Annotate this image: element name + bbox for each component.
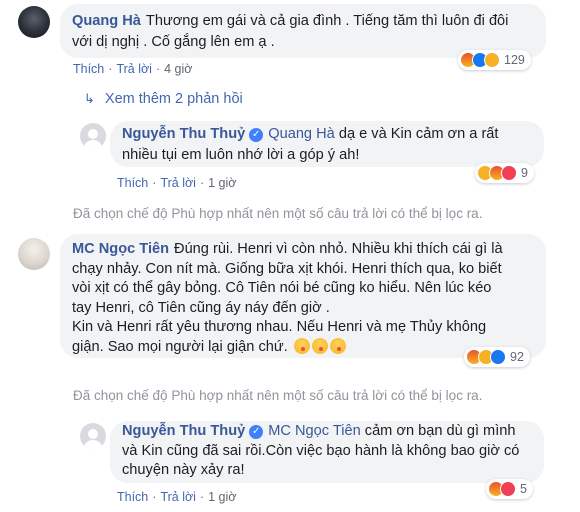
filter-notice: Đã chọn chế độ Phù hợp nhất nên một số c… (73, 206, 483, 221)
reply-time[interactable]: 1 giờ (208, 490, 236, 504)
reply-text: và Kin cũng đã sai rồi.Còn việc bạo hành… (122, 442, 520, 459)
reply-text: nhiều tụi em luôn nhớ lời a góp ý ah! (122, 147, 360, 163)
reaction-summary[interactable]: 9 (475, 163, 534, 183)
reply-actions: Thích · Trả lời · 1 giờ (117, 176, 237, 190)
comment-bubble: MC Ngọc Tiên Đúng rùi. Henri vì còn nhỏ. … (60, 234, 546, 358)
avatar-nguyen-thu-thuy[interactable] (80, 423, 106, 449)
reply-text: cảm ơn bạn dù gì mình (364, 423, 516, 439)
love-icon (500, 481, 516, 497)
like-icon (490, 349, 506, 365)
like-link[interactable]: Thích (117, 490, 148, 504)
comment-actions: Thích · Trả lời · 4 giờ (73, 62, 193, 76)
reaction-summary[interactable]: 5 (486, 479, 533, 499)
filter-notice: Đã chọn chế độ Phù hợp nhất nên một số c… (73, 388, 483, 403)
comment-text: với dị nghị . Cố gắng lên em ạ . (72, 34, 275, 50)
reply-link[interactable]: Trả lời (160, 490, 196, 504)
mention-link[interactable]: MC Ngọc Tiên (268, 423, 360, 439)
like-link[interactable]: Thích (73, 62, 104, 76)
comment-author[interactable]: MC Ngọc Tiên (72, 241, 169, 257)
view-more-replies-link[interactable]: ↳ Xem thêm 2 phản hồi (84, 91, 243, 107)
reaction-count: 129 (504, 53, 525, 67)
comment-text: tay Henri, cô Tiên cũng áy náy đến giờ . (72, 299, 330, 316)
haha-icon (484, 52, 500, 68)
reaction-count: 5 (520, 482, 527, 496)
reply-bubble: Nguyễn Thu Thuỷ ✓ Quang Hà dạ e và Kin cảm… (110, 121, 544, 167)
kissing-face-icon (311, 337, 328, 354)
kissing-face-icon (293, 337, 310, 354)
reply-time[interactable]: 1 giờ (208, 176, 236, 190)
reaction-count: 9 (521, 166, 528, 180)
comment-text: vòi xịt có thể gây bỏng. Cô Tiên nói bé … (72, 280, 492, 296)
verified-badge-icon: ✓ (249, 128, 264, 142)
comment-text: chạy nhảy. Con nít mà. Giống bữa xịt khó… (72, 260, 502, 277)
reply-author[interactable]: Nguyễn Thu Thuỷ (122, 423, 245, 439)
reply-link[interactable]: Trả lời (160, 176, 196, 190)
comment-time[interactable]: 4 giờ (164, 62, 192, 76)
kissing-face-icon (329, 337, 346, 354)
reaction-summary[interactable]: 92 (464, 347, 530, 367)
love-icon (501, 165, 517, 181)
comment-text: Kin và Henri rất yêu thương nhau. Nếu He… (72, 319, 487, 335)
reply-bubble: Nguyễn Thu Thuỷ ✓ MC Ngọc Tiên cảm ơn bạn … (110, 421, 544, 483)
comment-text: Đúng rùi. Henri vì còn nhỏ. Nhiều khi th… (174, 241, 503, 257)
reply-author[interactable]: Nguyễn Thu Thuỷ (122, 126, 245, 142)
comment-text: giận. Sao mọi người lại giận chứ. (72, 338, 288, 355)
avatar-nguyen-thu-thuy[interactable] (80, 123, 106, 149)
reply-link[interactable]: Trả lời (116, 62, 152, 76)
verified-badge-icon: ✓ (249, 425, 264, 439)
comment-author[interactable]: Quang Hà (72, 13, 141, 29)
like-link[interactable]: Thích (117, 176, 148, 190)
reaction-count: 92 (510, 350, 524, 364)
reaction-summary[interactable]: 129 (458, 50, 531, 70)
reply-actions: Thích · Trả lời · 1 giờ (117, 490, 237, 504)
reply-text: dạ e và Kin cảm ơn a rất (338, 126, 499, 142)
reply-arrow-icon: ↳ (84, 91, 95, 106)
view-more-replies-label: Xem thêm 2 phản hồi (104, 91, 243, 107)
avatar-quang-ha[interactable] (18, 6, 50, 38)
comment-text: Thương em gái và cả gia đình . Tiếng tăm… (145, 13, 509, 29)
mention-link[interactable]: Quang Hà (268, 126, 335, 142)
avatar-mc-ngoc-tien[interactable] (18, 238, 50, 270)
reply-text: chuyện này xảy ra! (122, 462, 245, 478)
